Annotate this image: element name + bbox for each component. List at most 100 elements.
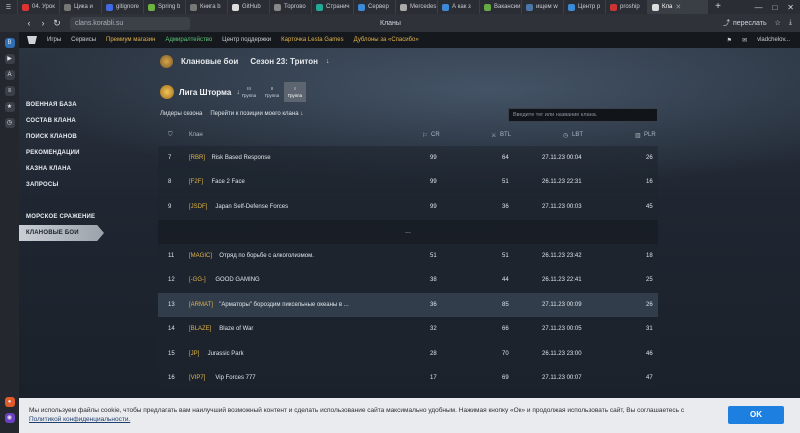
nav-premium[interactable]: Премиум магазин	[106, 37, 155, 43]
reload-icon[interactable]: ↻	[50, 18, 64, 29]
clan-tag-cell[interactable]: [RBR]	[189, 155, 205, 161]
privacy-policy-link[interactable]: Политикой конфиденциальности.	[29, 416, 130, 423]
browser-menu-button[interactable]: ☰	[0, 0, 18, 14]
clan-tag-cell[interactable]: [-GG-]	[189, 277, 206, 283]
menu-item-requests[interactable]: ЗАПРОСЫ	[19, 177, 104, 193]
table-row[interactable]: 11 [MAGIC] 51 51 26.11.23 23:42 18 Отряд по бо…	[158, 244, 658, 268]
feed-icon[interactable]: ≡	[4, 86, 15, 96]
clan-name-cell[interactable]: Jurassic Park	[208, 351, 244, 357]
new-tab-button[interactable]: +	[712, 1, 724, 13]
menu-item-recommendations[interactable]: РЕКОМЕНДАЦИИ	[19, 145, 104, 161]
nav-games[interactable]: Игры	[47, 37, 61, 43]
tab-group-3[interactable]: III Группа	[238, 82, 260, 102]
play-icon[interactable]: ▶	[4, 54, 15, 64]
tab-group-1[interactable]: I Группа	[284, 82, 306, 102]
messages-icon[interactable]: ✉	[742, 37, 747, 44]
clan-name-cell[interactable]: "Арматоры" бороздим пиксельные океаны в …	[219, 302, 348, 308]
clan-tag-cell[interactable]: [ARMAT]	[189, 302, 213, 308]
filter-icon[interactable]: ⛉	[168, 132, 173, 139]
clan-name-cell[interactable]: Risk Based Response	[212, 155, 271, 161]
history-icon[interactable]: ◷	[4, 118, 15, 128]
goto-my-clan-link[interactable]: Перейти к позиции моего клана ↓	[210, 111, 303, 117]
clan-name-cell[interactable]: Отряд по борьбе с алкоголизмом.	[219, 253, 314, 259]
table-row[interactable]: 8 [F2F] 99 51 26.11.23 22:31 16 Face 2 Face	[158, 170, 658, 194]
cookie-ok-button[interactable]: OK	[728, 406, 784, 424]
browser-tab[interactable]: А как з	[438, 0, 480, 14]
nav-services[interactable]: Сервисы	[71, 37, 96, 43]
clan-search-input[interactable]: Введите тег или название клана.	[508, 108, 658, 122]
menu-item-military-base[interactable]: ВОЕННАЯ БАЗА	[19, 97, 104, 113]
browser-tab[interactable]: ищем w	[522, 0, 564, 14]
clan-tag-cell[interactable]: [MAGIC]	[189, 253, 212, 259]
chevron-down-icon[interactable]: ↓	[326, 58, 330, 65]
browser-tab[interactable]: Центр р	[564, 0, 606, 14]
col-cr[interactable]: CR	[431, 132, 440, 138]
league-selector[interactable]: Лига Шторма	[179, 88, 231, 97]
col-plr[interactable]: PLR	[644, 132, 656, 138]
browser-tab[interactable]: Вакансии	[480, 0, 522, 14]
notifications-icon[interactable]: ⚑	[727, 37, 732, 44]
clan-name-cell[interactable]: Vip Forces 777	[215, 375, 255, 381]
table-row[interactable]: 15 [JP] 28 70 26.11.23 23:00 46 Jurassic Park	[158, 342, 658, 366]
menu-item-naval-battle[interactable]: МОРСКОЕ СРАЖЕНИЕ	[19, 209, 104, 225]
close-icon[interactable]: ✕	[787, 3, 794, 12]
app-icon[interactable]: ●	[4, 397, 15, 407]
minimize-icon[interactable]: —	[754, 3, 762, 12]
clan-name-cell[interactable]: Blaze of War	[219, 326, 253, 332]
user-name[interactable]: vladchelov...	[757, 37, 790, 43]
col-clan[interactable]: Клан	[189, 132, 203, 138]
table-row[interactable]: 14 [BLAZE] 32 66 27.11.23 00:05 31 Blaze of Wa…	[158, 317, 658, 341]
browser-tab[interactable]: Сервер	[354, 0, 396, 14]
browser-tab[interactable]: Цика и	[60, 0, 102, 14]
menu-item-clan-battles[interactable]: КЛАНОВЫЕ БОИ	[19, 225, 104, 241]
nav-doubloons[interactable]: Дублоны за «Спасибо»	[354, 37, 419, 43]
clan-tag-cell[interactable]: [JP]	[189, 351, 199, 357]
site-logo-icon[interactable]	[27, 36, 37, 44]
browser-tab[interactable]: Mercedes	[396, 0, 438, 14]
col-btl[interactable]: BTL	[500, 132, 511, 138]
menu-item-treasury[interactable]: КАЗНА КЛАНА	[19, 161, 104, 177]
table-row[interactable]: 16 [VIP7] 17 69 27.11.23 00:07 47 Vip Forces 7…	[158, 366, 658, 390]
browser-tab[interactable]: Книга b	[186, 0, 228, 14]
menu-item-clan-roster[interactable]: СОСТАВ КЛАНА	[19, 113, 104, 129]
table-row[interactable]: 7 [RBR] 99 64 27.11.23 00:04 26 Risk Based Res…	[158, 146, 658, 170]
clan-name-cell[interactable]: Face 2 Face	[212, 179, 245, 185]
download-icon[interactable]: ⤓	[789, 19, 792, 27]
nav-admiralty[interactable]: Адмиралтейство	[165, 37, 212, 43]
back-icon[interactable]: ‹	[22, 18, 36, 28]
table-row[interactable]: 12 [-GG-] 38 44 26.11.23 22:41 25 GOOD GAMING	[158, 268, 658, 292]
clan-tag-cell[interactable]: [F2F]	[189, 179, 203, 185]
season-leaders-link[interactable]: Лидеры сезона	[160, 111, 202, 117]
forward-icon[interactable]: ›	[36, 18, 50, 28]
nav-support[interactable]: Центр поддержки	[222, 37, 271, 43]
url-input[interactable]: clans.korabli.su	[70, 16, 190, 30]
nav-lesta-card[interactable]: Карточка Lesta Games	[281, 37, 344, 43]
clan-name-cell[interactable]: GOOD GAMING	[215, 277, 259, 283]
menu-item-clan-search[interactable]: ПОИСК КЛАНОВ	[19, 129, 104, 145]
share-button[interactable]: ⤴ переслать	[723, 18, 767, 28]
clan-name-cell[interactable]: Japan Self-Defense Forces	[215, 204, 288, 210]
browser-tab[interactable]: proship	[606, 0, 648, 14]
browser-tab[interactable]: Странич	[312, 0, 354, 14]
browser-tab[interactable]: Spring b	[144, 0, 186, 14]
tab-close-icon[interactable]: ✕	[675, 3, 681, 11]
bookmark-icon[interactable]: ☆	[775, 19, 781, 27]
season-selector[interactable]: Сезон 23: Тритон	[250, 57, 318, 66]
col-lbt[interactable]: LBT	[572, 132, 583, 138]
clan-tag-cell[interactable]: [JSDF]	[189, 204, 207, 210]
browser-tab[interactable]: Кла ✕	[648, 0, 708, 14]
browser-tab[interactable]: 04. Урок	[18, 0, 60, 14]
table-row[interactable]: 13 [ARMAT] 36 85 27.11.23 00:09 26 "Арматоры" …	[158, 293, 658, 317]
tab-group-2[interactable]: II Группа	[261, 82, 283, 102]
browser-tab[interactable]: gitignore	[102, 0, 144, 14]
bookmarks-icon[interactable]: ★	[4, 102, 15, 112]
assistant-icon[interactable]: ◉	[4, 413, 15, 423]
browser-tab[interactable]: GitHub	[228, 0, 270, 14]
browser-tab[interactable]: Торгово	[270, 0, 312, 14]
translate-icon[interactable]: A	[4, 70, 15, 80]
vk-icon[interactable]: В	[4, 38, 15, 48]
maximize-icon[interactable]: □	[772, 3, 777, 12]
table-row[interactable]: 9 [JSDF] 99 36 27.11.23 00:03 45 Japan Self-De…	[158, 195, 658, 219]
clan-tag-cell[interactable]: [BLAZE]	[189, 326, 211, 332]
clan-tag-cell[interactable]: [VIP7]	[189, 375, 205, 381]
